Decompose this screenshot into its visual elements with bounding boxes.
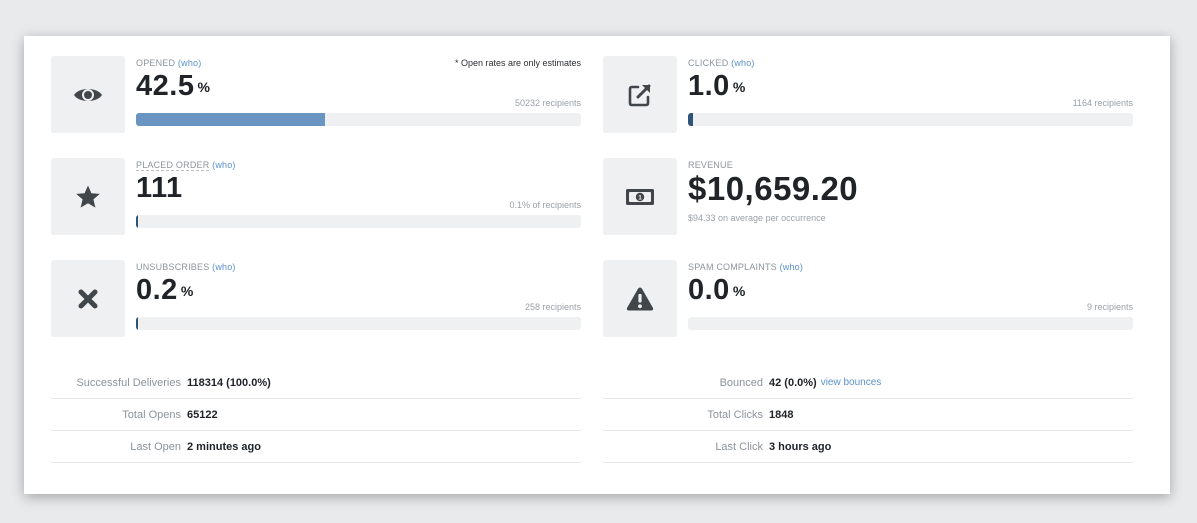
unsubscribes-progress-bar <box>136 317 581 330</box>
deliveries-label: Successful Deliveries <box>76 376 181 389</box>
clicked-value: 1.0% <box>688 71 1133 101</box>
placed-order-who-link[interactable]: (who) <box>212 160 236 170</box>
warning-icon <box>603 260 677 337</box>
opened-value: 42.5% <box>136 71 581 101</box>
metric-revenue-body: REVENUE $10,659.20 $94.33 on average per… <box>688 158 1133 235</box>
unsubscribes-label-text: UNSUBSCRIBES <box>136 262 210 272</box>
spam-progress-bar <box>688 317 1133 330</box>
banknote-icon: 1 <box>603 158 677 235</box>
unsubscribes-recipients: 258 recipients <box>524 302 581 312</box>
metrics-grid: OPENED (who) 42.5% * Open rates are only… <box>51 56 1144 337</box>
metric-clicked: CLICKED (who) 1.0% 1164 recipients <box>603 56 1133 133</box>
x-mark-icon <box>51 260 125 337</box>
deliveries-value: 118314 (100.0%) <box>187 376 271 389</box>
last-open-value: 2 minutes ago <box>187 440 261 453</box>
opened-progress-bar <box>136 113 581 126</box>
clicked-progress-fill <box>688 113 693 126</box>
opened-who-link[interactable]: (who) <box>178 58 202 68</box>
unsubscribes-value-number: 0.2 <box>136 274 178 306</box>
metric-opened: OPENED (who) 42.5% * Open rates are only… <box>51 56 581 133</box>
unsubscribes-value-unit: % <box>180 283 194 299</box>
placed-order-value: 111 <box>136 172 183 204</box>
spam-value-unit: % <box>732 283 746 299</box>
metric-placed-order-body: PLACED ORDER (who) 111 0.1% of recipient… <box>136 158 581 235</box>
opened-progress-fill <box>136 113 326 126</box>
view-bounces-link[interactable]: view bounces <box>821 377 882 388</box>
stat-row-total-clicks: Total Clicks 1848 <box>603 399 1133 431</box>
placed-order-progress-bar <box>136 215 581 228</box>
stat-row-deliveries: Successful Deliveries 118314 (100.0%) <box>51 367 581 399</box>
metric-clicked-body: CLICKED (who) 1.0% 1164 recipients <box>688 56 1133 133</box>
revenue-label-text: REVENUE <box>688 160 733 170</box>
stat-row-last-open: Last Open 2 minutes ago <box>51 431 581 463</box>
star-icon <box>51 158 125 235</box>
bounced-value: 42 (0.0%) <box>769 376 817 389</box>
revenue-average: $94.33 on average per occurrence <box>688 213 826 223</box>
total-clicks-label: Total Clicks <box>707 408 763 421</box>
placed-order-label-text: PLACED ORDER <box>136 160 210 171</box>
placed-order-progress-fill <box>136 215 138 228</box>
total-opens-label: Total Opens <box>122 408 181 421</box>
opened-recipients: 50232 recipients <box>514 98 581 108</box>
campaign-stats-card: OPENED (who) 42.5% * Open rates are only… <box>24 36 1170 494</box>
eye-icon <box>51 56 125 133</box>
spam-value-number: 0.0 <box>688 274 730 306</box>
clicked-label-text: CLICKED <box>688 58 729 68</box>
opened-value-number: 42.5 <box>136 70 195 102</box>
open-rate-note: * Open rates are only estimates <box>454 58 581 68</box>
stats-right-column: Bounced 42 (0.0%) view bounces Total Cli… <box>603 367 1133 463</box>
svg-text:1: 1 <box>638 194 642 201</box>
metric-revenue: 1 REVENUE $10,659.20 $94.33 on average p… <box>603 158 1133 235</box>
unsubscribes-progress-fill <box>136 317 138 330</box>
opened-value-unit: % <box>197 79 211 95</box>
spam-label-text: SPAM COMPLAINTS <box>688 262 777 272</box>
clicked-value-number: 1.0 <box>688 70 730 102</box>
last-click-value: 3 hours ago <box>769 440 832 453</box>
unsubscribes-value: 0.2% <box>136 275 581 305</box>
unsubscribes-who-link[interactable]: (who) <box>212 262 236 272</box>
stat-row-bounced: Bounced 42 (0.0%) view bounces <box>603 367 1133 399</box>
bounced-label: Bounced <box>719 376 763 389</box>
stats-left-column: Successful Deliveries 118314 (100.0%) To… <box>51 367 581 463</box>
clicked-recipients: 1164 recipients <box>1072 98 1133 108</box>
metric-unsubscribes: UNSUBSCRIBES (who) 0.2% 258 recipients <box>51 260 581 337</box>
spam-recipients: 9 recipients <box>1086 302 1133 312</box>
opened-label-text: OPENED <box>136 58 176 68</box>
revenue-value: $10,659.20 <box>688 170 859 207</box>
metric-spam-label: SPAM COMPLAINTS (who) <box>688 262 1133 273</box>
last-open-label: Last Open <box>130 440 181 453</box>
metric-placed-order-label: PLACED ORDER (who) <box>136 160 581 171</box>
metric-unsubscribes-label: UNSUBSCRIBES (who) <box>136 262 581 273</box>
external-link-icon <box>603 56 677 133</box>
total-clicks-value: 1848 <box>769 408 794 421</box>
spam-who-link[interactable]: (who) <box>780 262 804 272</box>
clicked-progress-bar <box>688 113 1133 126</box>
metric-spam-complaints: SPAM COMPLAINTS (who) 0.0% 9 recipients <box>603 260 1133 337</box>
metric-unsubscribes-body: UNSUBSCRIBES (who) 0.2% 258 recipients <box>136 260 581 337</box>
clicked-who-link[interactable]: (who) <box>731 58 755 68</box>
metric-placed-order: PLACED ORDER (who) 111 0.1% of recipient… <box>51 158 581 235</box>
metric-opened-body: OPENED (who) 42.5% * Open rates are only… <box>136 56 581 133</box>
stat-row-last-click: Last Click 3 hours ago <box>603 431 1133 463</box>
delivery-stats: Successful Deliveries 118314 (100.0%) To… <box>51 367 1144 463</box>
total-opens-value: 65122 <box>187 408 218 421</box>
placed-order-recipients: 0.1% of recipients <box>509 200 581 210</box>
clicked-value-unit: % <box>732 79 746 95</box>
last-click-label: Last Click <box>715 440 763 453</box>
metric-spam-body: SPAM COMPLAINTS (who) 0.0% 9 recipients <box>688 260 1133 337</box>
metric-clicked-label: CLICKED (who) <box>688 58 1133 69</box>
stat-row-total-opens: Total Opens 65122 <box>51 399 581 431</box>
spam-value: 0.0% <box>688 275 1133 305</box>
